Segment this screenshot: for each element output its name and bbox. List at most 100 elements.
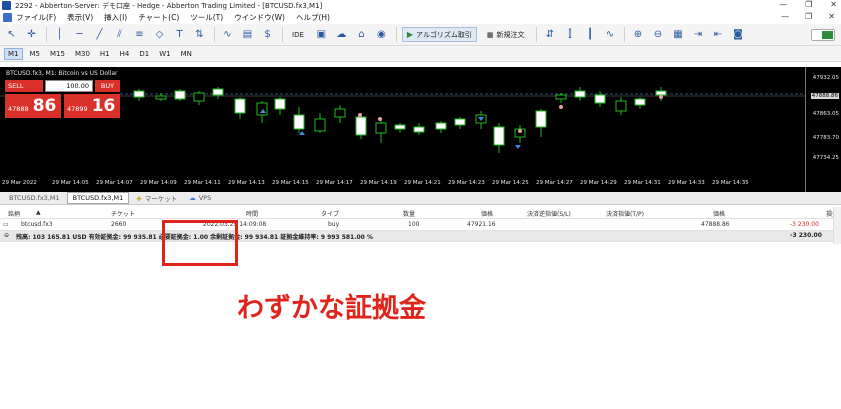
- vps-icon: ☁: [189, 194, 196, 202]
- buy-price-button[interactable]: 47899 16: [64, 94, 120, 118]
- lot-size-input[interactable]: 100.00: [45, 80, 93, 92]
- algo-trading-button[interactable]: ▶ アルゴリズム取引: [401, 27, 477, 42]
- order-marker: [518, 129, 522, 133]
- grid-icon[interactable]: ▦: [670, 27, 685, 42]
- candlestick-icon[interactable]: ┃: [582, 27, 597, 42]
- tab-vps[interactable]: ☁ VPS: [184, 193, 216, 203]
- chart-tab-active[interactable]: BTCUSD.fx3,M1: [66, 192, 130, 204]
- chart-shift-icon[interactable]: ⇤: [710, 27, 725, 42]
- timeframe-w1[interactable]: W1: [156, 49, 173, 59]
- cursor-icon[interactable]: ↖: [4, 27, 19, 42]
- ide-button[interactable]: IDE: [288, 27, 308, 42]
- horizontal-line-icon[interactable]: ─: [72, 27, 87, 42]
- header-stop-loss[interactable]: 決済逆指値(S/L): [527, 209, 571, 218]
- mdi-close-icon[interactable]: ✕: [828, 12, 835, 21]
- depth-of-market-icon[interactable]: ⇵: [542, 27, 557, 42]
- menu-tools[interactable]: ツール(T): [190, 12, 223, 23]
- sell-price-button[interactable]: 47888 86: [5, 94, 61, 118]
- buy-price-prefix: 47899: [67, 105, 88, 113]
- line-chart-icon[interactable]: ∿: [602, 27, 617, 42]
- menu-insert[interactable]: 挿入(I): [104, 12, 127, 23]
- close-icon[interactable]: ✕: [830, 0, 837, 9]
- menu-help[interactable]: ヘルプ(H): [296, 12, 330, 23]
- new-order-button[interactable]: ▦ 新規注文: [483, 27, 529, 42]
- mdi-restore-icon[interactable]: ❐: [805, 12, 812, 21]
- vertical-line-icon[interactable]: │: [52, 27, 67, 42]
- sell-price-prefix: 47888: [8, 105, 29, 113]
- header-current-price[interactable]: 価格: [713, 209, 725, 218]
- channel-icon[interactable]: ⫽: [112, 27, 127, 42]
- fibonacci-icon[interactable]: ≡: [132, 27, 147, 42]
- timeframe-d1[interactable]: D1: [136, 49, 152, 59]
- timeframe-m1[interactable]: M1: [4, 47, 23, 60]
- sell-button[interactable]: SELL: [5, 80, 43, 92]
- x-tick-label: 29 Mar 14:17: [316, 180, 353, 186]
- arrows-icon[interactable]: ⇅: [192, 27, 207, 42]
- menu-app-icon: [3, 13, 12, 22]
- timeframe-h4[interactable]: H4: [117, 49, 133, 59]
- menu-window[interactable]: ウインドウ(W): [234, 12, 285, 23]
- x-tick-label: 29 Mar 2022: [2, 180, 37, 186]
- chart-tab[interactable]: BTCUSD.fx3,M1: [4, 193, 65, 203]
- table-row[interactable]: ▭ btcusd.fx3 2660 2022.03.29 14:09:08 bu…: [0, 219, 841, 231]
- cloud-icon[interactable]: ☁: [334, 27, 349, 42]
- crosshair-icon[interactable]: ✛: [24, 27, 39, 42]
- candle: [314, 113, 326, 133]
- database-icon[interactable]: ▣: [314, 27, 329, 42]
- price-chart[interactable]: BTCUSD.fx3, M1: Bitcoin vs US Dollar SEL…: [0, 67, 841, 192]
- autoscroll-icon[interactable]: ⇥: [690, 27, 705, 42]
- minimize-icon[interactable]: —: [779, 0, 787, 9]
- candle: [212, 87, 224, 99]
- chart-tabs: BTCUSD.fx3,M1 BTCUSD.fx3,M1 ✚ マーケット ☁ VPS: [0, 192, 841, 205]
- new-order-icon: ▦: [486, 30, 494, 39]
- candle: [454, 117, 466, 129]
- x-tick-label: 29 Mar 14:15: [272, 180, 309, 186]
- toolbar: ↖ ✛ │ ─ ╱ ⫽ ≡ ◇ T ⇅ ∿ ▤ $ IDE ▣ ☁ ⌂ ◉ ▶ ア…: [0, 24, 841, 46]
- table-header: 銘柄 ▲ チケット 時間 タイプ 数量 価格 決済逆指値(S/L) 決済指値(T…: [0, 207, 841, 219]
- timeframe-m30[interactable]: M30: [72, 49, 93, 59]
- candle: [574, 87, 586, 101]
- toolbar-separator: [395, 27, 397, 42]
- timeframe-m5[interactable]: M5: [27, 49, 44, 59]
- template-icon[interactable]: ▤: [240, 27, 255, 42]
- chart-type-icon[interactable]: ∿: [220, 27, 235, 42]
- timeframe-m15[interactable]: M15: [47, 49, 68, 59]
- toolbar-separator: [46, 27, 47, 42]
- signals-icon[interactable]: ◉: [374, 27, 389, 42]
- header-volume[interactable]: 数量: [403, 209, 415, 218]
- tab-market[interactable]: ✚ マーケット: [131, 192, 182, 204]
- mdi-minimize-icon[interactable]: —: [781, 12, 789, 21]
- expert-icon[interactable]: $: [260, 27, 275, 42]
- timeframe-h1[interactable]: H1: [97, 49, 113, 59]
- hosting-icon[interactable]: ⌂: [354, 27, 369, 42]
- menu-file[interactable]: ファイル(F): [16, 12, 56, 23]
- summary-total-profit: -3 230.00: [790, 232, 822, 239]
- zoom-in-icon[interactable]: ⊕: [630, 27, 645, 42]
- bar-chart-icon[interactable]: ⫿: [562, 27, 577, 42]
- highlight-box: [162, 220, 238, 266]
- toggle-switch[interactable]: [811, 29, 835, 41]
- header-time[interactable]: 時間: [246, 209, 258, 218]
- x-tick-label: 29 Mar 14:29: [580, 180, 617, 186]
- header-type[interactable]: タイプ: [321, 209, 339, 218]
- x-tick-label: 29 Mar 14:23: [448, 180, 485, 186]
- menu-chart[interactable]: チャート(C): [138, 12, 179, 23]
- zoom-out-icon[interactable]: ⊖: [650, 27, 665, 42]
- trendline-icon[interactable]: ╱: [92, 27, 107, 42]
- header-ticket[interactable]: チケット: [111, 209, 135, 218]
- text-tool-icon[interactable]: T: [172, 27, 187, 42]
- header-take-profit[interactable]: 決済指値(T/P): [606, 209, 644, 218]
- candle: [375, 119, 387, 143]
- candle: [193, 91, 205, 105]
- timeframe-mn[interactable]: MN: [178, 49, 195, 59]
- one-click-trading-panel: SELL 100.00 BUY 47888 86 47899 16: [5, 80, 120, 120]
- header-price[interactable]: 価格: [481, 209, 493, 218]
- shapes-icon[interactable]: ◇: [152, 27, 167, 42]
- candle: [514, 125, 526, 143]
- buy-button[interactable]: BUY: [95, 80, 120, 92]
- vertical-scrollbar[interactable]: [833, 207, 841, 244]
- menu-view[interactable]: 表示(V): [67, 12, 93, 23]
- header-symbol[interactable]: 銘柄: [8, 209, 20, 218]
- screenshot-icon[interactable]: ◙: [730, 27, 745, 42]
- maximize-icon[interactable]: ❐: [805, 0, 812, 9]
